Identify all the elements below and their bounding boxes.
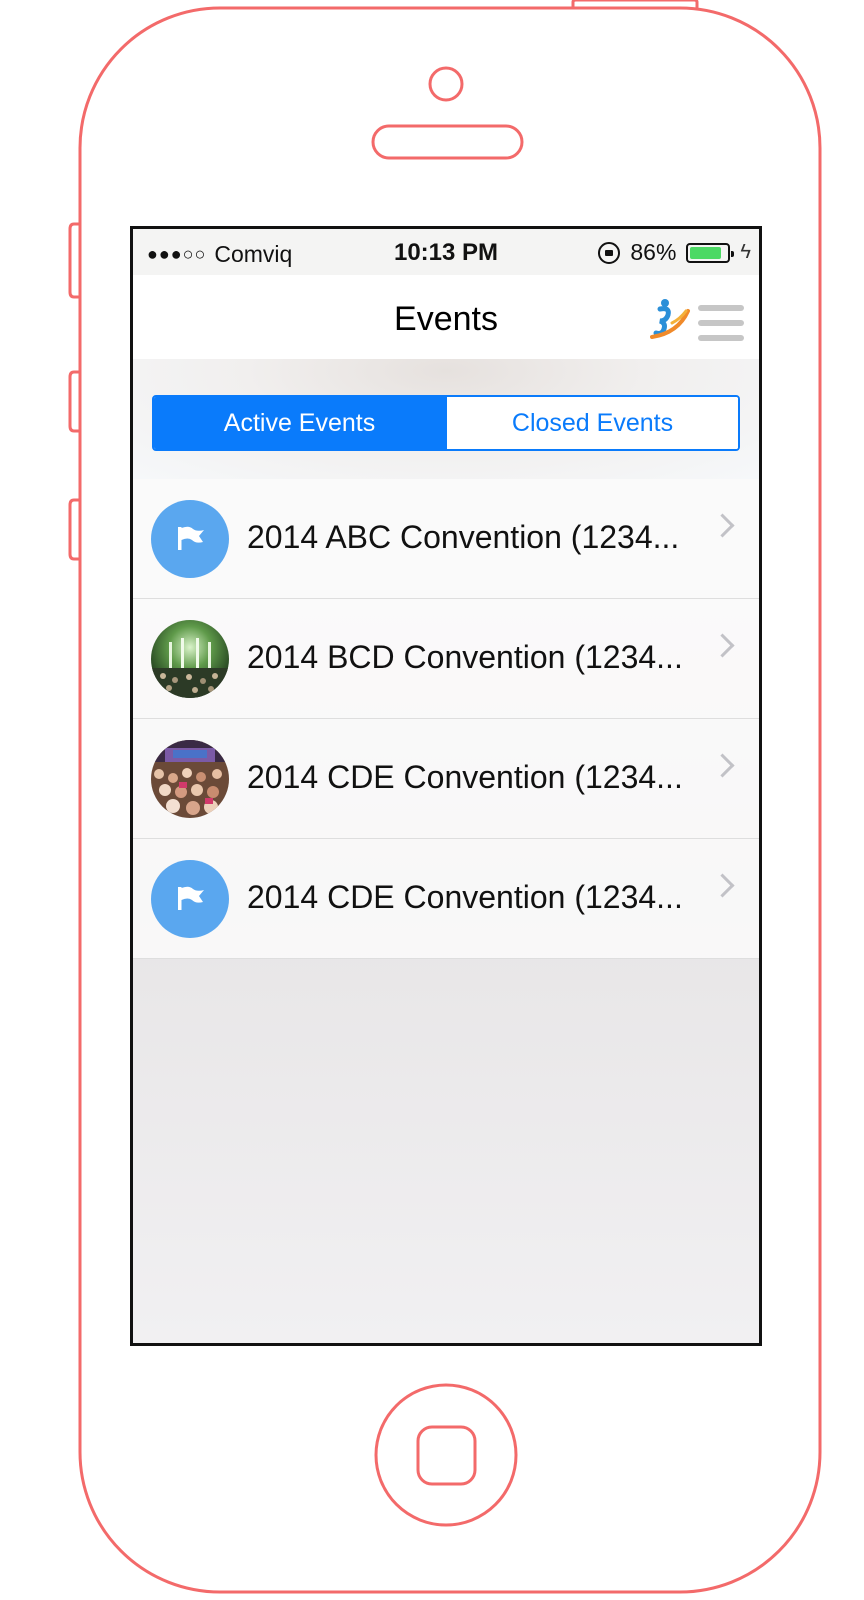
stage-photo — [151, 620, 229, 698]
event-photo-thumbnail — [151, 740, 229, 818]
battery-icon — [686, 242, 735, 263]
tab-active-events[interactable]: Active Events — [154, 397, 445, 449]
charging-bolt-icon: ϟ — [740, 241, 751, 263]
events-list: 2014 ABC Convention (1234... 2014 BCD Co… — [133, 479, 759, 959]
event-photo-thumbnail — [151, 620, 229, 698]
event-title: 2014 CDE Convention (1234... — [247, 759, 683, 795]
status-bar: ●●●○○ Comviq 10:13 PM 86% ϟ — [133, 229, 759, 275]
event-row-2[interactable]: 2014 BCD Convention (1234... — [133, 599, 759, 719]
events-segmented-control: Active Events Closed Events — [152, 395, 740, 451]
status-right: 86% ϟ — [598, 239, 751, 266]
flag-icon — [178, 526, 204, 550]
event-row-4[interactable]: 2014 CDE Convention (1234... — [133, 839, 759, 959]
chevron-right-icon — [710, 873, 735, 898]
event-row-1[interactable]: 2014 ABC Convention (1234... — [133, 479, 759, 599]
battery-tip — [731, 250, 735, 257]
chevron-right-icon — [710, 753, 735, 778]
phone-screen: ●●●○○ Comviq 10:13 PM 86% ϟ Events Activ… — [130, 226, 762, 1346]
event-flag-thumbnail — [151, 500, 229, 578]
battery-level — [690, 246, 722, 259]
event-title: 2014 ABC Convention (1234... — [247, 519, 680, 555]
segmented-control-area: Active Events Closed Events — [133, 359, 759, 479]
hamburger-menu-icon[interactable] — [698, 305, 744, 341]
crowd-photo — [151, 740, 229, 818]
rotation-lock-icon — [598, 241, 621, 264]
chevron-right-icon — [710, 513, 735, 538]
app-logo-icon — [650, 299, 690, 339]
battery-percent: 86% — [630, 239, 677, 265]
event-row-3[interactable]: 2014 CDE Convention (1234... — [133, 719, 759, 839]
event-title: 2014 CDE Convention (1234... — [247, 879, 683, 915]
tab-closed-events[interactable]: Closed Events — [445, 397, 738, 449]
navigation-bar: Events — [133, 275, 759, 360]
event-flag-thumbnail — [151, 860, 229, 938]
chevron-right-icon — [710, 633, 735, 658]
flag-icon — [178, 886, 204, 910]
event-title: 2014 BCD Convention (1234... — [247, 639, 683, 675]
